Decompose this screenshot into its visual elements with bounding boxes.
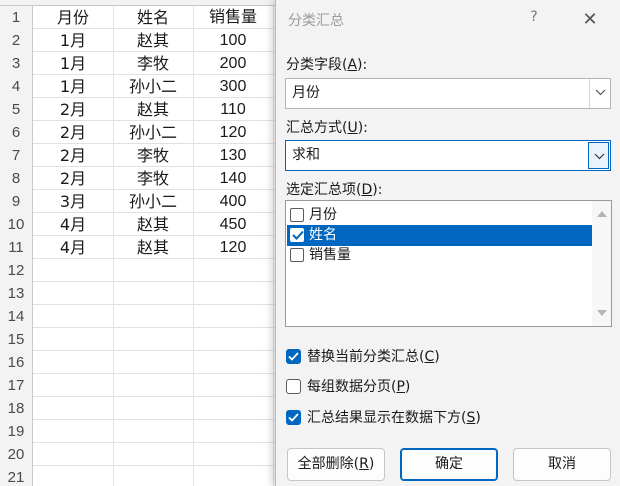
- cell-sales[interactable]: 120: [193, 121, 273, 144]
- checkbox[interactable]: [286, 410, 301, 425]
- list-item-label: 月份: [309, 207, 337, 223]
- cell-name[interactable]: 孙小二: [113, 190, 193, 213]
- cell-sales[interactable]: 120: [193, 236, 273, 259]
- row-number[interactable]: 9: [0, 190, 32, 213]
- remove-all-button[interactable]: 全部删除(R): [287, 448, 385, 481]
- cell-name[interactable]: 赵其: [113, 213, 193, 236]
- row-number[interactable]: 10: [0, 213, 32, 236]
- cell-month[interactable]: 2月: [33, 167, 113, 190]
- cell-C1[interactable]: 销售量: [193, 6, 273, 29]
- row-number[interactable]: 8: [0, 167, 32, 190]
- cell-month[interactable]: 2月: [33, 98, 113, 121]
- cell-name[interactable]: 赵其: [113, 29, 193, 52]
- cell-month[interactable]: 3月: [33, 190, 113, 213]
- option-label: 每组数据分页(P): [307, 379, 411, 395]
- function-label: 汇总方式(U):: [286, 120, 368, 136]
- row-header-column: 1 2 3 4 5 6 7 8 9 10 11 12 13 14 15 16 17 18 19 20 21: [0, 6, 33, 486]
- row-number[interactable]: 4: [0, 75, 32, 98]
- cell-month[interactable]: 2月: [33, 144, 113, 167]
- cell-name[interactable]: 孙小二: [113, 121, 193, 144]
- row-number[interactable]: 5: [0, 98, 32, 121]
- row-number[interactable]: 17: [0, 374, 32, 397]
- cell-name[interactable]: 李牧: [113, 52, 193, 75]
- row-number[interactable]: 2: [0, 29, 32, 52]
- option-label: 替换当前分类汇总(C): [307, 349, 440, 365]
- subtotal-items-list[interactable]: 月份 姓名 销售量: [285, 200, 612, 327]
- subtotal-dialog: 分类汇总 ? ✕ 分类字段(A): 月份 汇总方式(U): 求和 选定汇总项(D…: [275, 0, 620, 486]
- function-select[interactable]: 求和: [285, 140, 611, 171]
- cell-sales[interactable]: 450: [193, 213, 273, 236]
- add-subtotal-label: 选定汇总项(D):: [286, 182, 383, 198]
- list-scrollbar[interactable]: [592, 201, 611, 326]
- close-icon[interactable]: ✕: [576, 8, 604, 32]
- row-number[interactable]: 14: [0, 305, 32, 328]
- row-number[interactable]: 12: [0, 259, 32, 282]
- checkbox[interactable]: [286, 379, 301, 394]
- cell-name[interactable]: 赵其: [113, 98, 193, 121]
- row-number[interactable]: 6: [0, 121, 32, 144]
- row-number[interactable]: 11: [0, 236, 32, 259]
- cell-A1[interactable]: 月份: [33, 6, 113, 29]
- group-field-label: 分类字段(A):: [286, 57, 368, 73]
- checkbox[interactable]: [290, 248, 304, 262]
- checkbox[interactable]: [286, 349, 301, 364]
- cell-month[interactable]: 2月: [33, 121, 113, 144]
- group-field-select[interactable]: 月份: [285, 78, 611, 109]
- chevron-down-icon[interactable]: [588, 142, 609, 169]
- cell-name[interactable]: 赵其: [113, 236, 193, 259]
- group-field-value: 月份: [292, 85, 320, 101]
- chevron-down-icon[interactable]: [589, 79, 610, 108]
- dialog-title: 分类汇总: [288, 13, 344, 29]
- row-number[interactable]: 21: [0, 466, 32, 486]
- cell-sales[interactable]: 140: [193, 167, 273, 190]
- list-item-label: 销售量: [309, 247, 351, 263]
- scroll-down-icon[interactable]: [597, 310, 607, 316]
- cell-month[interactable]: 4月: [33, 213, 113, 236]
- row-number[interactable]: 13: [0, 282, 32, 305]
- cell-name[interactable]: 李牧: [113, 144, 193, 167]
- option-label: 汇总结果显示在数据下方(S): [307, 410, 481, 426]
- row-number[interactable]: 1: [0, 6, 32, 29]
- cell-sales[interactable]: 400: [193, 190, 273, 213]
- row-number[interactable]: 19: [0, 420, 32, 443]
- help-icon[interactable]: ?: [524, 9, 544, 29]
- cell-name[interactable]: 孙小二: [113, 75, 193, 98]
- list-item-sales[interactable]: 销售量: [287, 245, 592, 266]
- ok-button[interactable]: 确定: [400, 448, 498, 481]
- row-number[interactable]: 7: [0, 144, 32, 167]
- row-number[interactable]: 15: [0, 328, 32, 351]
- cell-name[interactable]: 李牧: [113, 167, 193, 190]
- cell-month[interactable]: 4月: [33, 236, 113, 259]
- column-gridline: [273, 6, 274, 486]
- cell-sales[interactable]: 200: [193, 52, 273, 75]
- cell-sales[interactable]: 300: [193, 75, 273, 98]
- cell-month[interactable]: 1月: [33, 29, 113, 52]
- scroll-up-icon[interactable]: [597, 211, 607, 217]
- list-item-label: 姓名: [309, 227, 337, 243]
- checkbox[interactable]: [290, 228, 304, 242]
- cell-sales[interactable]: 100: [193, 29, 273, 52]
- row-number[interactable]: 20: [0, 443, 32, 466]
- row-number[interactable]: 16: [0, 351, 32, 374]
- function-value: 求和: [292, 147, 320, 163]
- list-item-month[interactable]: 月份: [287, 205, 592, 226]
- cell-month[interactable]: 1月: [33, 75, 113, 98]
- cell-month[interactable]: 1月: [33, 52, 113, 75]
- list-item-name[interactable]: 姓名: [287, 225, 592, 246]
- row-number[interactable]: 3: [0, 52, 32, 75]
- checkbox[interactable]: [290, 208, 304, 222]
- cell-B1[interactable]: 姓名: [113, 6, 193, 29]
- cell-sales[interactable]: 130: [193, 144, 273, 167]
- row-number[interactable]: 18: [0, 397, 32, 420]
- cancel-button[interactable]: 取消: [513, 448, 611, 481]
- cell-sales[interactable]: 110: [193, 98, 273, 121]
